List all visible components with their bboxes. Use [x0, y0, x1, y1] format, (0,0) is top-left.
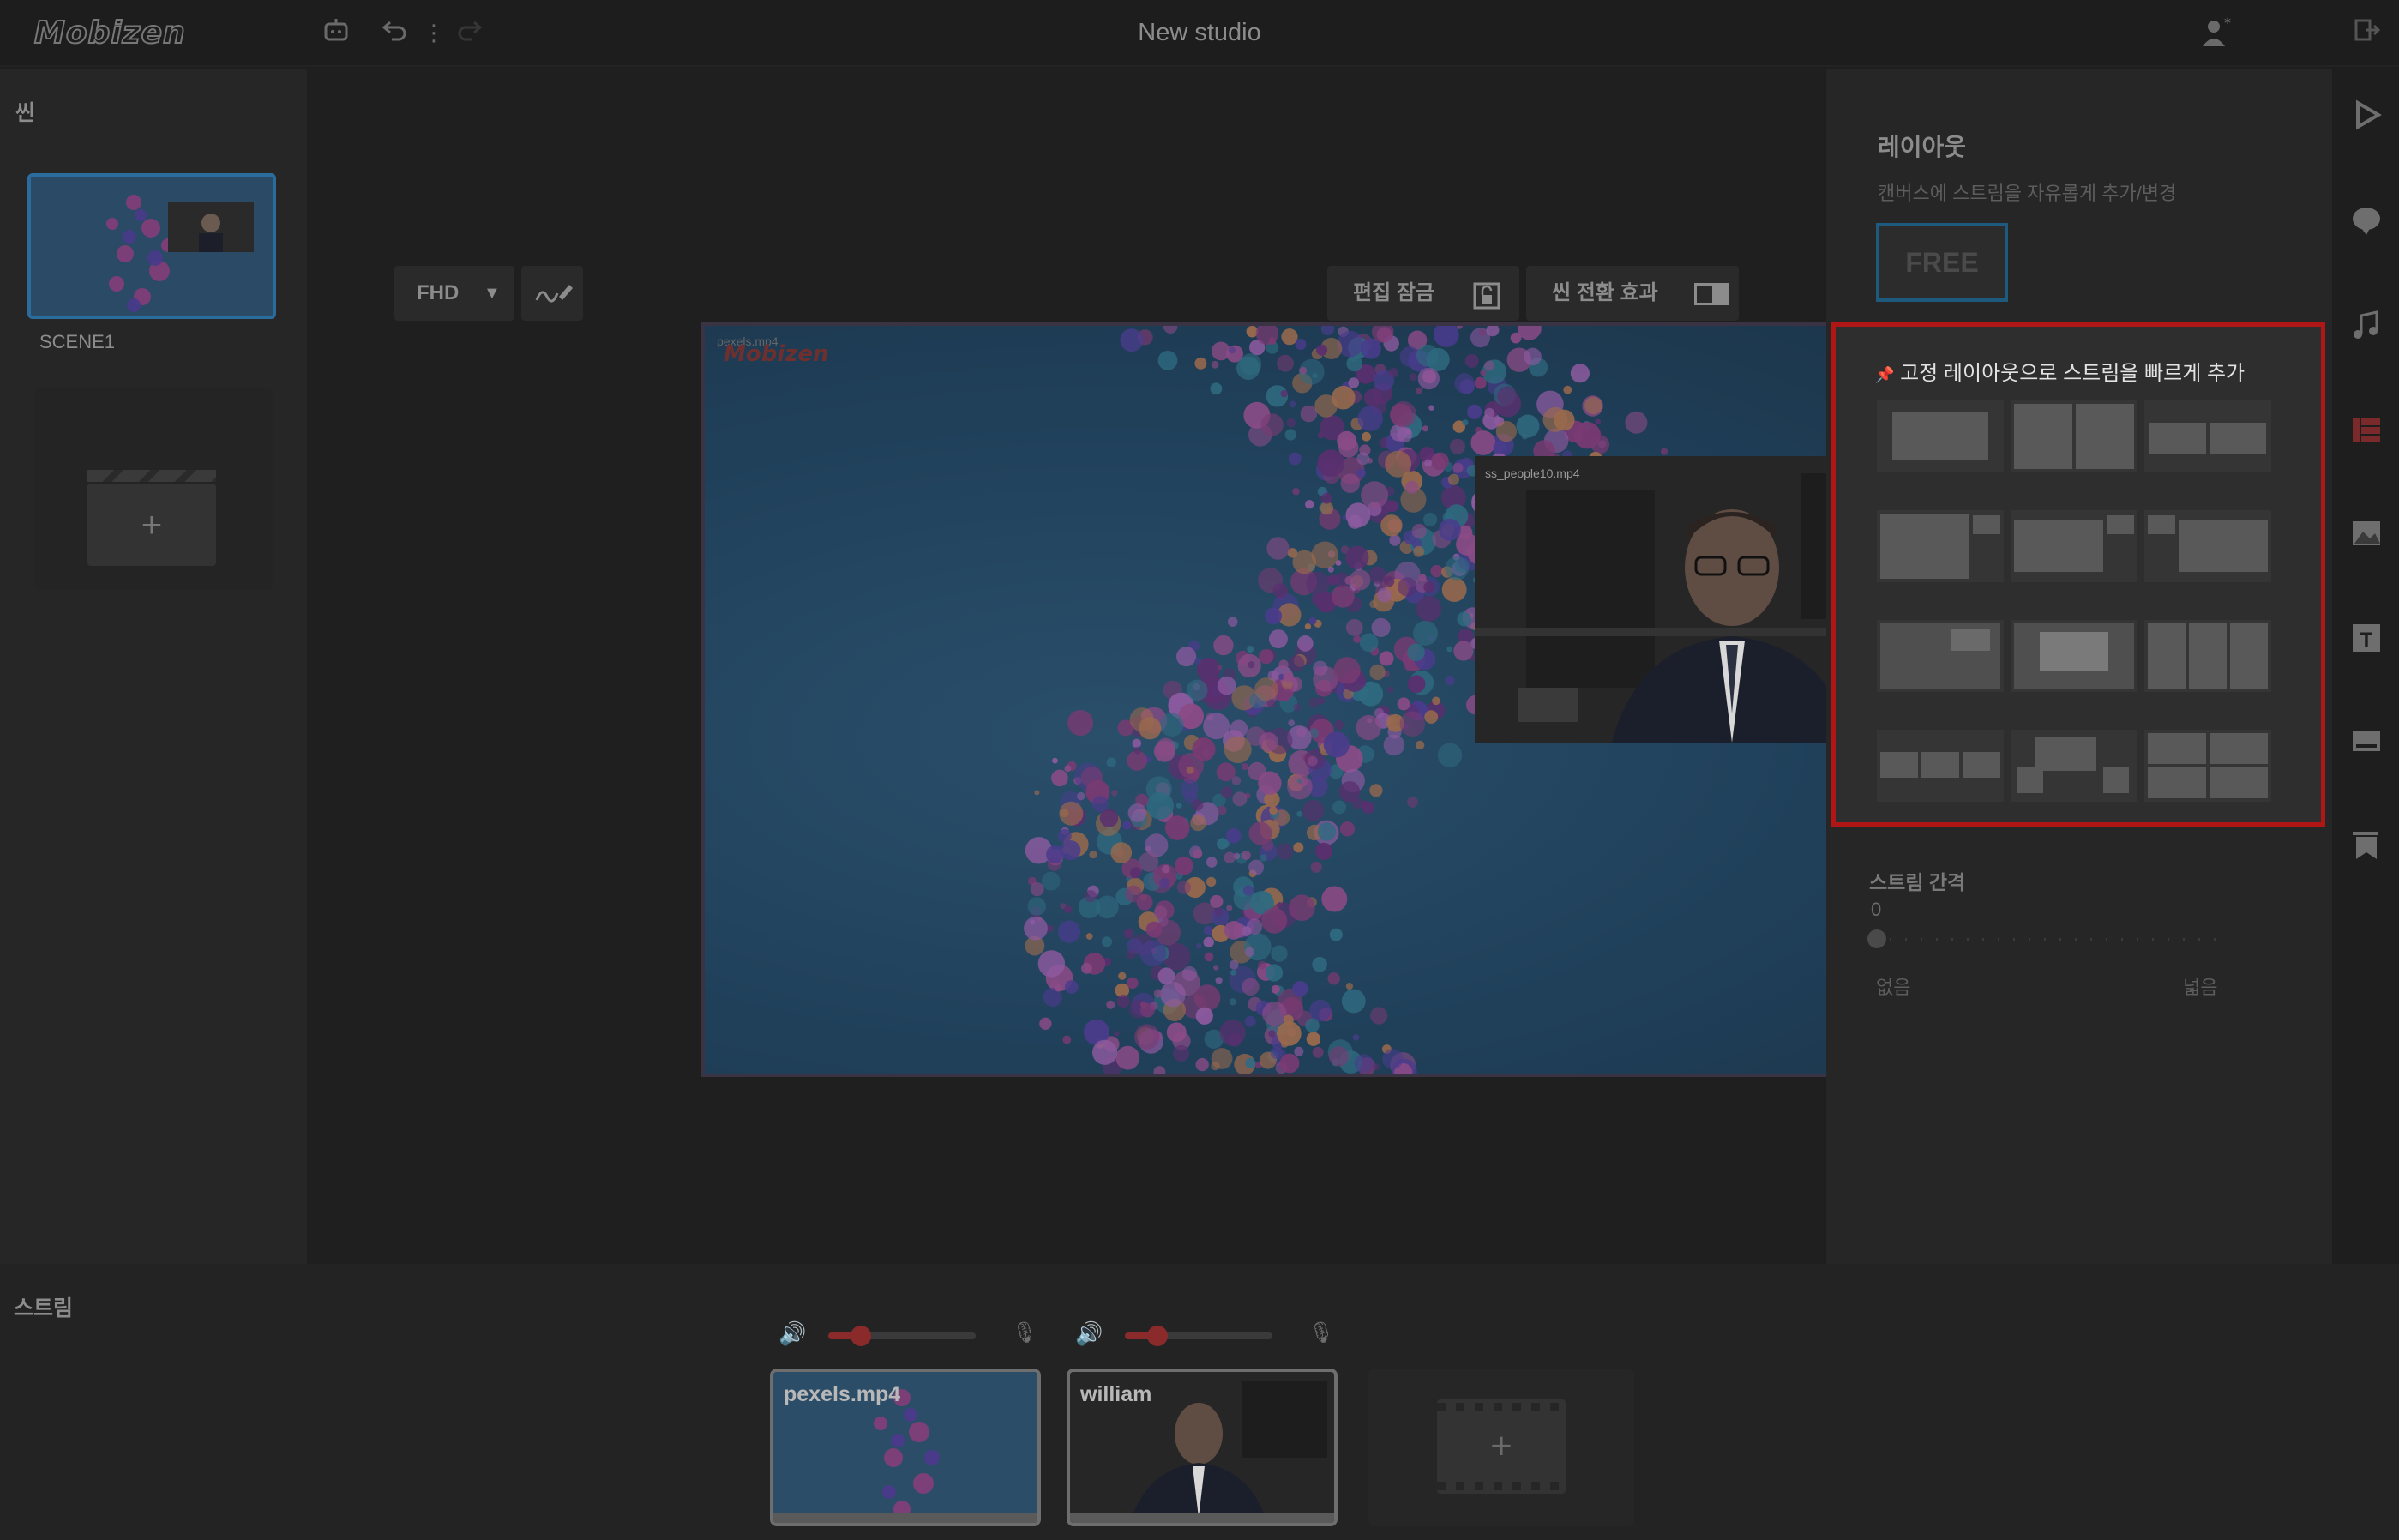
- layout-panel-title: 레이아웃: [1878, 134, 1967, 160]
- layout-main-pip-right[interactable]: [2011, 510, 2137, 582]
- add-user-icon[interactable]: *: [2200, 15, 2234, 50]
- layout-side-by-side[interactable]: [2144, 400, 2271, 472]
- speaker-icon[interactable]: 🔊: [779, 1320, 806, 1347]
- scene-name: SCENE1: [39, 331, 116, 352]
- stream-gap-slider-knob[interactable]: [1867, 929, 1886, 948]
- plus-icon: +: [1490, 1425, 1512, 1467]
- toggle-icon: [1694, 283, 1729, 305]
- pen-icon: [535, 285, 573, 303]
- right-toolbar: T: [2332, 69, 2399, 1264]
- layout-inset-center[interactable]: [2011, 620, 2137, 692]
- pip-stream-label: ss_people10.mp4: [1485, 466, 1580, 480]
- streams-bar: 스트림 🔊 🎙 pexels.mp4 🔊 🎙 william +: [0, 1264, 2399, 1540]
- streams-label: 스트림: [14, 1296, 74, 1320]
- resolution-dropdown[interactable]: FHD ▼: [394, 266, 514, 321]
- fixed-layout-title: 📌 고정 레이아웃으로 스트림을 빠르게 추가: [1875, 362, 2246, 385]
- stream-item: 🔊 🎙 william: [1067, 1264, 1338, 1538]
- layout-three-row[interactable]: [1877, 730, 2004, 802]
- scene-thumbnail[interactable]: [27, 173, 276, 319]
- scene-panel: 씬 SCENE1 +: [0, 69, 307, 1264]
- scene-transition-label: 씬 전환 효과: [1552, 281, 1658, 304]
- edit-lock-label: 편집 잠금: [1353, 281, 1434, 304]
- edit-lock-toggle[interactable]: 편집 잠금: [1327, 266, 1519, 321]
- top-bar: Mobizen ⋮ New studio *: [0, 0, 2399, 67]
- fixed-layout-section: 📌 고정 레이아웃으로 스트림을 빠르게 추가: [1831, 322, 2325, 827]
- svg-text:T: T: [2360, 629, 2373, 652]
- microphone-icon[interactable]: 🎙: [1308, 1320, 1334, 1345]
- stream-card-william[interactable]: william: [1067, 1369, 1338, 1526]
- layout-single[interactable]: [1877, 400, 2004, 472]
- canvas-logo: Mobizen: [724, 341, 829, 367]
- stream-gap-min-label: 없음: [1876, 977, 1911, 998]
- microphone-icon[interactable]: 🎙: [1012, 1320, 1037, 1345]
- add-stream-button[interactable]: +: [1368, 1369, 1634, 1526]
- play-icon[interactable]: [2349, 98, 2384, 132]
- bookmark-icon[interactable]: [2349, 828, 2384, 863]
- exit-icon[interactable]: [2349, 15, 2384, 50]
- text-icon[interactable]: T: [2349, 621, 2384, 655]
- layout-main-pip-left[interactable]: [2144, 510, 2271, 582]
- music-icon[interactable]: [2349, 309, 2384, 343]
- resolution-value: FHD: [417, 281, 460, 304]
- layout-panel: 레이아웃 캔버스에 스트림을 자유롭게 추가/변경 FREE 📌 고정 레이아웃…: [1826, 69, 2332, 1264]
- layout-split-two[interactable]: [2011, 400, 2137, 472]
- stream-volume-control: 🔊 🎙: [1067, 1317, 1338, 1351]
- chat-icon[interactable]: [2349, 204, 2384, 238]
- speaker-icon[interactable]: 🔊: [1075, 1320, 1103, 1347]
- clapper-icon: [87, 470, 216, 482]
- svg-text:*: *: [2224, 15, 2231, 31]
- chevron-down-icon: ▼: [484, 284, 501, 303]
- layout-grid-four[interactable]: [2144, 730, 2271, 802]
- stream-card-label: pexels.mp4: [784, 1382, 901, 1406]
- stream-gap-slider[interactable]: [1874, 938, 2221, 941]
- plus-icon: +: [141, 504, 163, 544]
- scene-transition-toggle[interactable]: 씬 전환 효과: [1526, 266, 1739, 321]
- caption-icon[interactable]: [2349, 724, 2384, 758]
- layout-inset-top-right[interactable]: [1877, 620, 2004, 692]
- stream-card-pexels[interactable]: pexels.mp4: [770, 1369, 1041, 1526]
- stream-gap-label: 스트림 간격: [1869, 871, 1966, 893]
- volume-slider-knob[interactable]: [1147, 1326, 1168, 1346]
- image-icon[interactable]: [2349, 516, 2384, 550]
- draw-tool-button[interactable]: [521, 266, 583, 321]
- scene-thumbnail-image: [31, 177, 273, 316]
- layout-three-columns[interactable]: [2144, 620, 2271, 692]
- scene-panel-label: 씬: [15, 101, 36, 125]
- stream-gap-max-label: 넓음: [2183, 977, 2218, 998]
- stream-volume-control: 🔊 🎙: [770, 1317, 1041, 1351]
- stream-gap-value: 0: [1871, 899, 1882, 920]
- stream-item: 🔊 🎙 pexels.mp4: [770, 1264, 1041, 1538]
- add-scene-button[interactable]: +: [34, 388, 273, 590]
- layout-staggered[interactable]: [2011, 730, 2137, 802]
- layout-main-corner-right[interactable]: [1877, 510, 2004, 582]
- page-title: New studio: [1138, 19, 1261, 46]
- canvas-area: FHD ▼ 편집 잠금 씬 전환 효과 pexels.mp4 Mobizen s…: [307, 69, 2044, 1264]
- stream-card-label: william: [1080, 1382, 1152, 1406]
- layout-panel-subtitle: 캔버스에 스트림을 자유롭게 추가/변경: [1878, 183, 2177, 204]
- layout-icon[interactable]: [2349, 413, 2384, 448]
- free-layout-button[interactable]: FREE: [1876, 223, 2008, 302]
- volume-slider-knob[interactable]: [851, 1326, 871, 1346]
- pin-icon: 📌: [1875, 366, 1895, 383]
